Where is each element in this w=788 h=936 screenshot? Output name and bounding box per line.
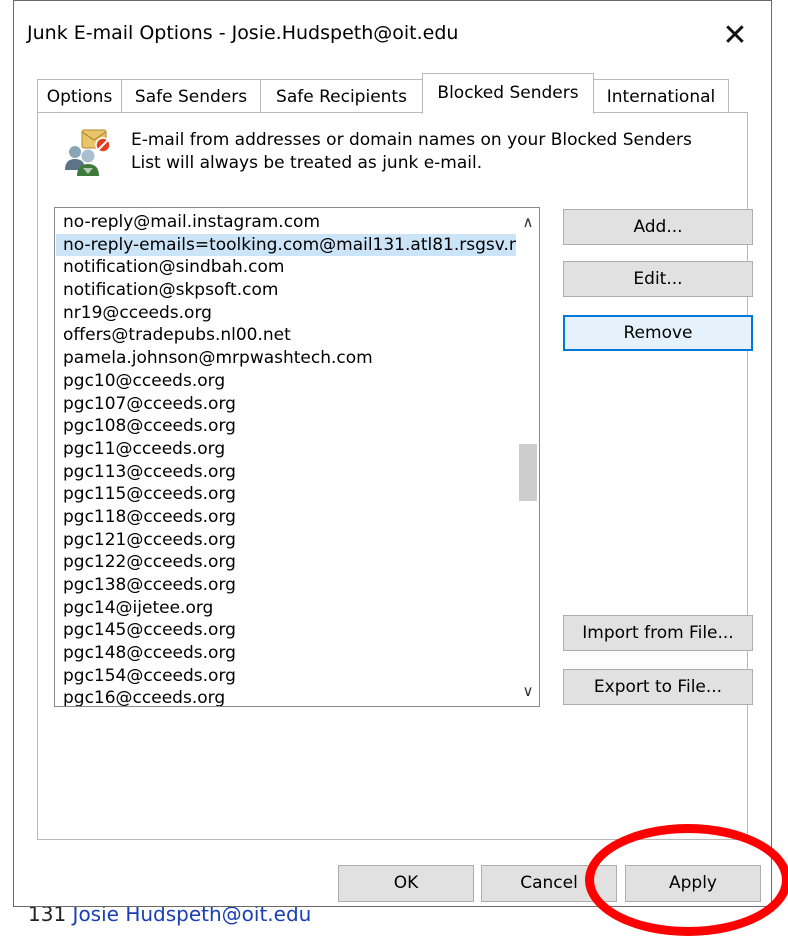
tab-safe-recipients[interactable]: Safe Recipients [260,79,423,113]
list-item[interactable]: offers@tradepubs.nl00.net [56,324,516,347]
tab-blocked-senders[interactable]: Blocked Senders [422,73,594,114]
tab-international[interactable]: International [593,79,729,113]
list-item[interactable]: pgc148@cceeds.org [56,642,516,665]
background-window-edge [0,0,14,926]
list-item[interactable]: pgc10@cceeds.org [56,370,516,393]
list-item[interactable]: notification@skpsoft.com [56,279,516,302]
tab-safe-senders[interactable]: Safe Senders [121,79,261,113]
list-item[interactable]: nr19@cceeds.org [56,302,516,325]
import-from-file-button[interactable]: Import from File... [563,615,753,651]
blocked-senders-items: no-reply@mail.instagram.com no-reply-ema… [56,211,516,706]
list-item[interactable]: pgc122@cceeds.org [56,551,516,574]
title-bar[interactable]: Junk E-mail Options - Josie.Hudspeth@oit… [14,1,771,71]
list-item[interactable]: pgc154@cceeds.org [56,665,516,688]
blocked-senders-description: E-mail from addresses or domain names on… [131,129,731,175]
list-item[interactable]: pgc11@cceeds.org [56,438,516,461]
close-button[interactable]: ✕ [712,13,758,59]
tab-options[interactable]: Options [37,79,122,113]
list-item[interactable]: pgc115@cceeds.org [56,483,516,506]
list-item[interactable]: pgc138@cceeds.org [56,574,516,597]
export-to-file-button[interactable]: Export to File... [563,669,753,705]
cancel-button[interactable]: Cancel [481,865,617,902]
blocked-senders-icon [62,128,114,180]
blocked-senders-list[interactable]: no-reply@mail.instagram.com no-reply-ema… [54,207,540,707]
junk-email-options-dialog: Junk E-mail Options - Josie.Hudspeth@oit… [13,0,772,907]
list-item[interactable]: no-reply@mail.instagram.com [56,211,516,234]
description-line-1: E-mail from addresses or domain names on… [131,130,692,150]
list-item[interactable]: pgc16@cceeds.org [56,687,516,706]
ok-button[interactable]: OK [338,865,474,902]
blocked-senders-panel: E-mail from addresses or domain names on… [37,112,753,840]
scrollbar-thumb[interactable] [519,444,537,501]
scroll-down-arrow-icon[interactable]: ∨ [516,680,539,702]
list-item[interactable]: pgc118@cceeds.org [56,506,516,529]
remove-button[interactable]: Remove [563,315,753,351]
dialog-title: Junk E-mail Options - Josie.Hudspeth@oit… [27,22,459,44]
edit-button[interactable]: Edit... [563,261,753,297]
list-item[interactable]: pgc121@cceeds.org [56,529,516,552]
list-scrollbar[interactable]: ∧ ∨ [516,208,539,706]
list-item[interactable]: pgc145@cceeds.org [56,619,516,642]
list-item-selected[interactable]: no-reply-emails=toolking.com@mail131.atl… [56,233,516,257]
scroll-up-arrow-icon[interactable]: ∧ [516,211,539,233]
list-item[interactable]: pgc107@cceeds.org [56,393,516,416]
list-item[interactable]: pamela.johnson@mrpwashtech.com [56,347,516,370]
list-item[interactable]: pgc113@cceeds.org [56,461,516,484]
list-item[interactable]: pgc108@cceeds.org [56,415,516,438]
description-line-2: List will always be treated as junk e-ma… [131,153,483,173]
apply-button[interactable]: Apply [625,865,761,902]
list-item[interactable]: notification@sindbah.com [56,256,516,279]
list-item[interactable]: pgc14@ijetee.org [56,597,516,620]
add-button[interactable]: Add... [563,209,753,245]
